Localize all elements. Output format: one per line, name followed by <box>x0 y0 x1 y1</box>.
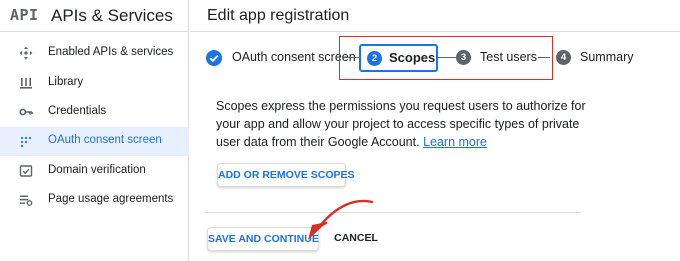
oauth-consent-icon <box>20 136 32 148</box>
key-icon <box>19 108 33 116</box>
sidebar-item-credentials[interactable]: Credentials <box>0 98 189 127</box>
sidebar-item-page-usage-agreements[interactable]: Page usage agreements <box>0 186 189 215</box>
app-title: APIs & Services <box>51 6 173 25</box>
step-oauth-consent-screen[interactable]: OAuth consent screen <box>232 50 356 64</box>
sidebar-item-enabled-apis[interactable]: Enabled APIs & services <box>0 39 189 68</box>
sidebar-header: API APIs & Services <box>0 0 189 32</box>
enabled-apis-icon <box>19 46 33 60</box>
sidebar-item-label: Credentials <box>48 105 107 117</box>
annotation-arrow-icon <box>308 199 374 240</box>
scopes-description: Scopes express the permissions you reque… <box>216 97 591 151</box>
add-or-remove-scopes-button[interactable]: ADD OR REMOVE SCOPES <box>217 163 355 187</box>
page-usage-icon <box>20 195 33 206</box>
main-header: Edit app registration <box>190 0 680 32</box>
page-title: Edit app registration <box>207 7 350 24</box>
sidebar-item-label: OAuth consent screen <box>48 134 162 146</box>
step-summary[interactable]: Summary <box>580 50 633 64</box>
sidebar: API APIs & Services Enabled APIs & servi… <box>0 0 189 261</box>
sidebar-item-library[interactable]: Library <box>0 69 189 98</box>
sidebar-item-label: Domain verification <box>48 164 146 176</box>
domain-verification-icon <box>19 165 33 177</box>
learn-more-link[interactable]: Learn more <box>423 135 487 149</box>
annotation-highlight-box <box>339 36 553 80</box>
api-logo[interactable]: API <box>10 6 39 24</box>
sidebar-item-label: Enabled APIs & services <box>48 46 174 58</box>
divider <box>205 212 581 213</box>
stepper: OAuth consent screen 2 Scopes 3 Test use… <box>190 34 680 82</box>
sidebar-item-label: Page usage agreements <box>48 193 174 205</box>
description-text: Scopes express the permissions you reque… <box>216 99 586 149</box>
check-circle-icon <box>206 50 222 66</box>
library-icon <box>20 78 32 89</box>
step-number: 4 <box>556 50 571 65</box>
sidebar-item-domain-verification[interactable]: Domain verification <box>0 157 189 186</box>
sidebar-item-label: Library <box>48 76 84 88</box>
sidebar-item-oauth-consent-screen[interactable]: OAuth consent screen <box>0 127 189 156</box>
